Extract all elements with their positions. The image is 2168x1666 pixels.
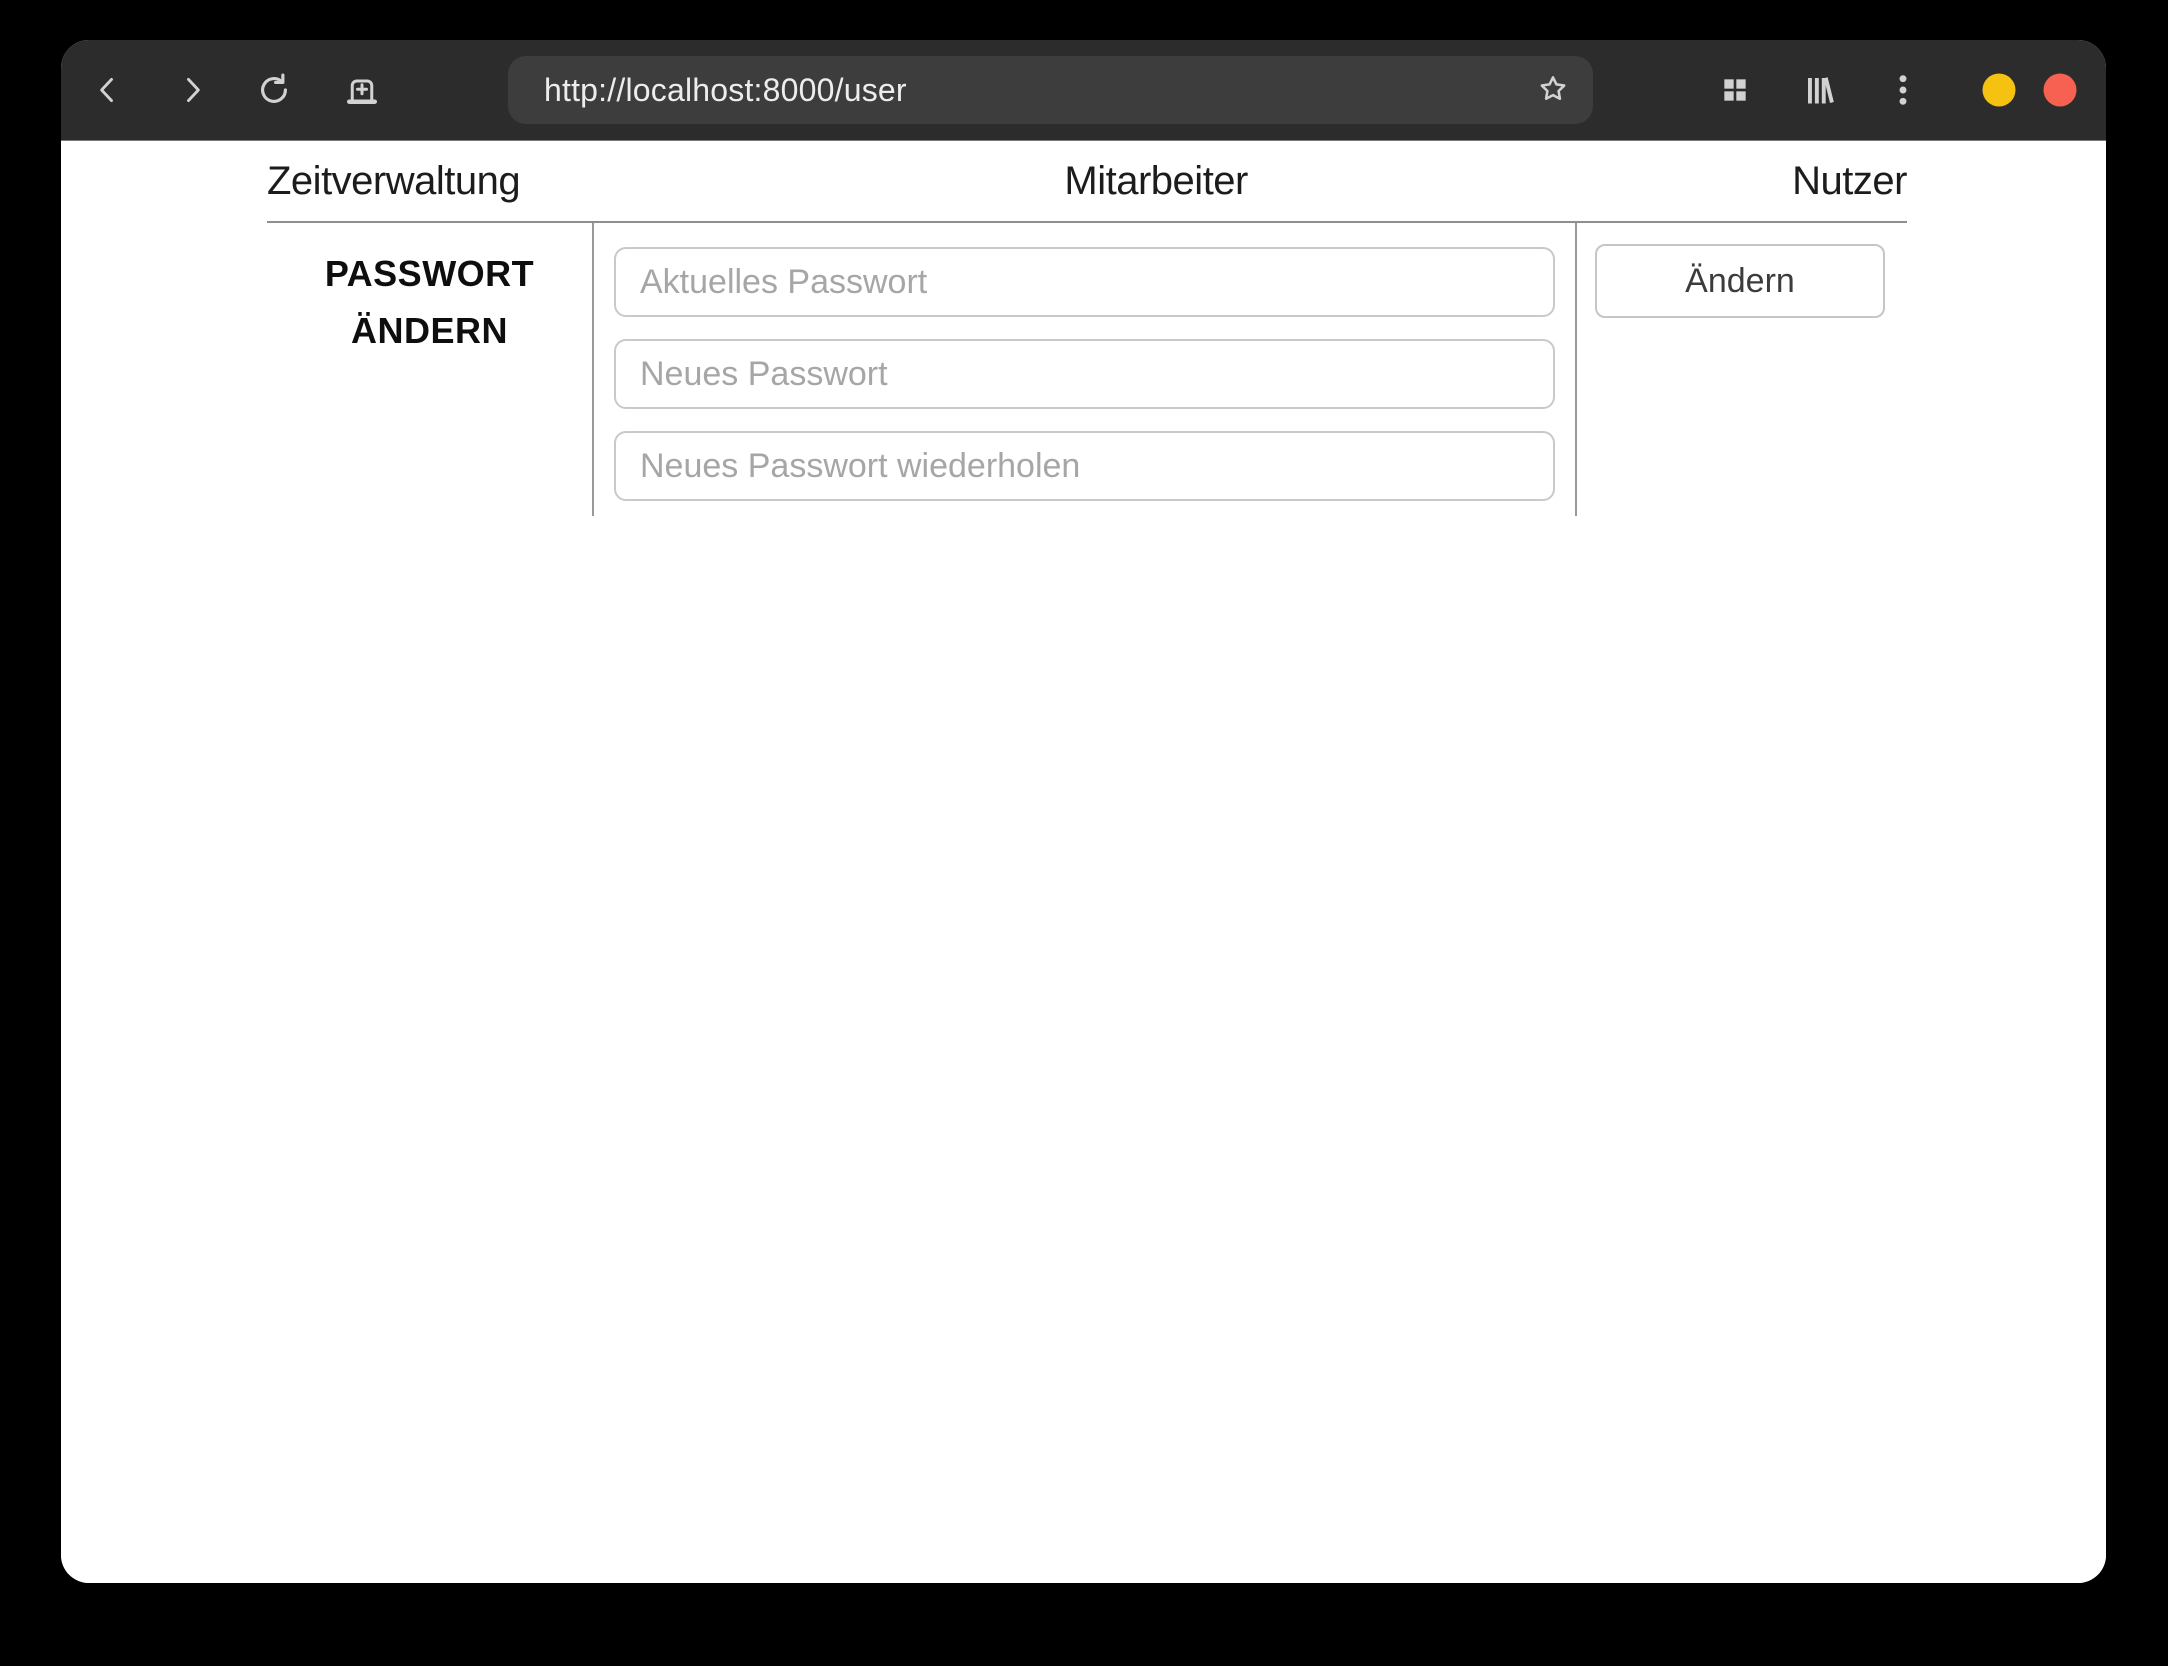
grid-icon (1719, 74, 1751, 106)
form-title: PASSWORT ÄNDERN (267, 245, 592, 359)
chevron-right-icon (175, 73, 209, 107)
kebab-menu-icon (1887, 72, 1919, 108)
reload-button[interactable] (248, 64, 300, 116)
new-password-input[interactable] (614, 339, 1555, 409)
url-text: http://localhost:8000/user (544, 71, 907, 108)
current-password-input[interactable] (614, 247, 1555, 317)
menu-button[interactable] (1877, 64, 1929, 116)
tab-overview-button[interactable] (1709, 64, 1761, 116)
browser-window: http://localhost:8000/user Zeitverwaltun… (61, 40, 2106, 1583)
password-fields-column (592, 223, 1577, 516)
library-books-icon (1802, 72, 1838, 108)
form-title-column: PASSWORT ÄNDERN (267, 223, 592, 516)
change-password-button[interactable]: Ändern (1595, 244, 1885, 318)
close-window-button[interactable] (2043, 73, 2077, 107)
form-title-line2: ÄNDERN (350, 310, 508, 351)
star-icon (1536, 72, 1570, 109)
password-change-section: PASSWORT ÄNDERN Ändern (267, 223, 1907, 516)
reload-icon (255, 71, 293, 109)
main-nav: Zeitverwaltung Mitarbeiter Nutzer (267, 141, 1907, 223)
form-title-line1: PASSWORT (324, 253, 535, 294)
address-bar[interactable]: http://localhost:8000/user (508, 56, 1593, 124)
nav-item-zeitverwaltung[interactable]: Zeitverwaltung (267, 159, 521, 204)
minimize-window-button[interactable] (1982, 73, 2016, 107)
new-password-repeat-input[interactable] (614, 431, 1555, 501)
browser-toolbar: http://localhost:8000/user (61, 40, 2106, 141)
nav-item-nutzer[interactable]: Nutzer (1792, 159, 1907, 204)
chevron-left-icon (91, 73, 125, 107)
forward-button[interactable] (166, 64, 218, 116)
form-action-column: Ändern (1577, 223, 1907, 516)
page-content: Zeitverwaltung Mitarbeiter Nutzer PASSWO… (61, 141, 2106, 1583)
new-tab-icon (344, 72, 380, 108)
bookmark-button[interactable] (1529, 66, 1577, 114)
back-button[interactable] (82, 64, 134, 116)
new-tab-button[interactable] (336, 64, 388, 116)
nav-item-mitarbeiter[interactable]: Mitarbeiter (1064, 159, 1248, 204)
library-button[interactable] (1794, 64, 1846, 116)
